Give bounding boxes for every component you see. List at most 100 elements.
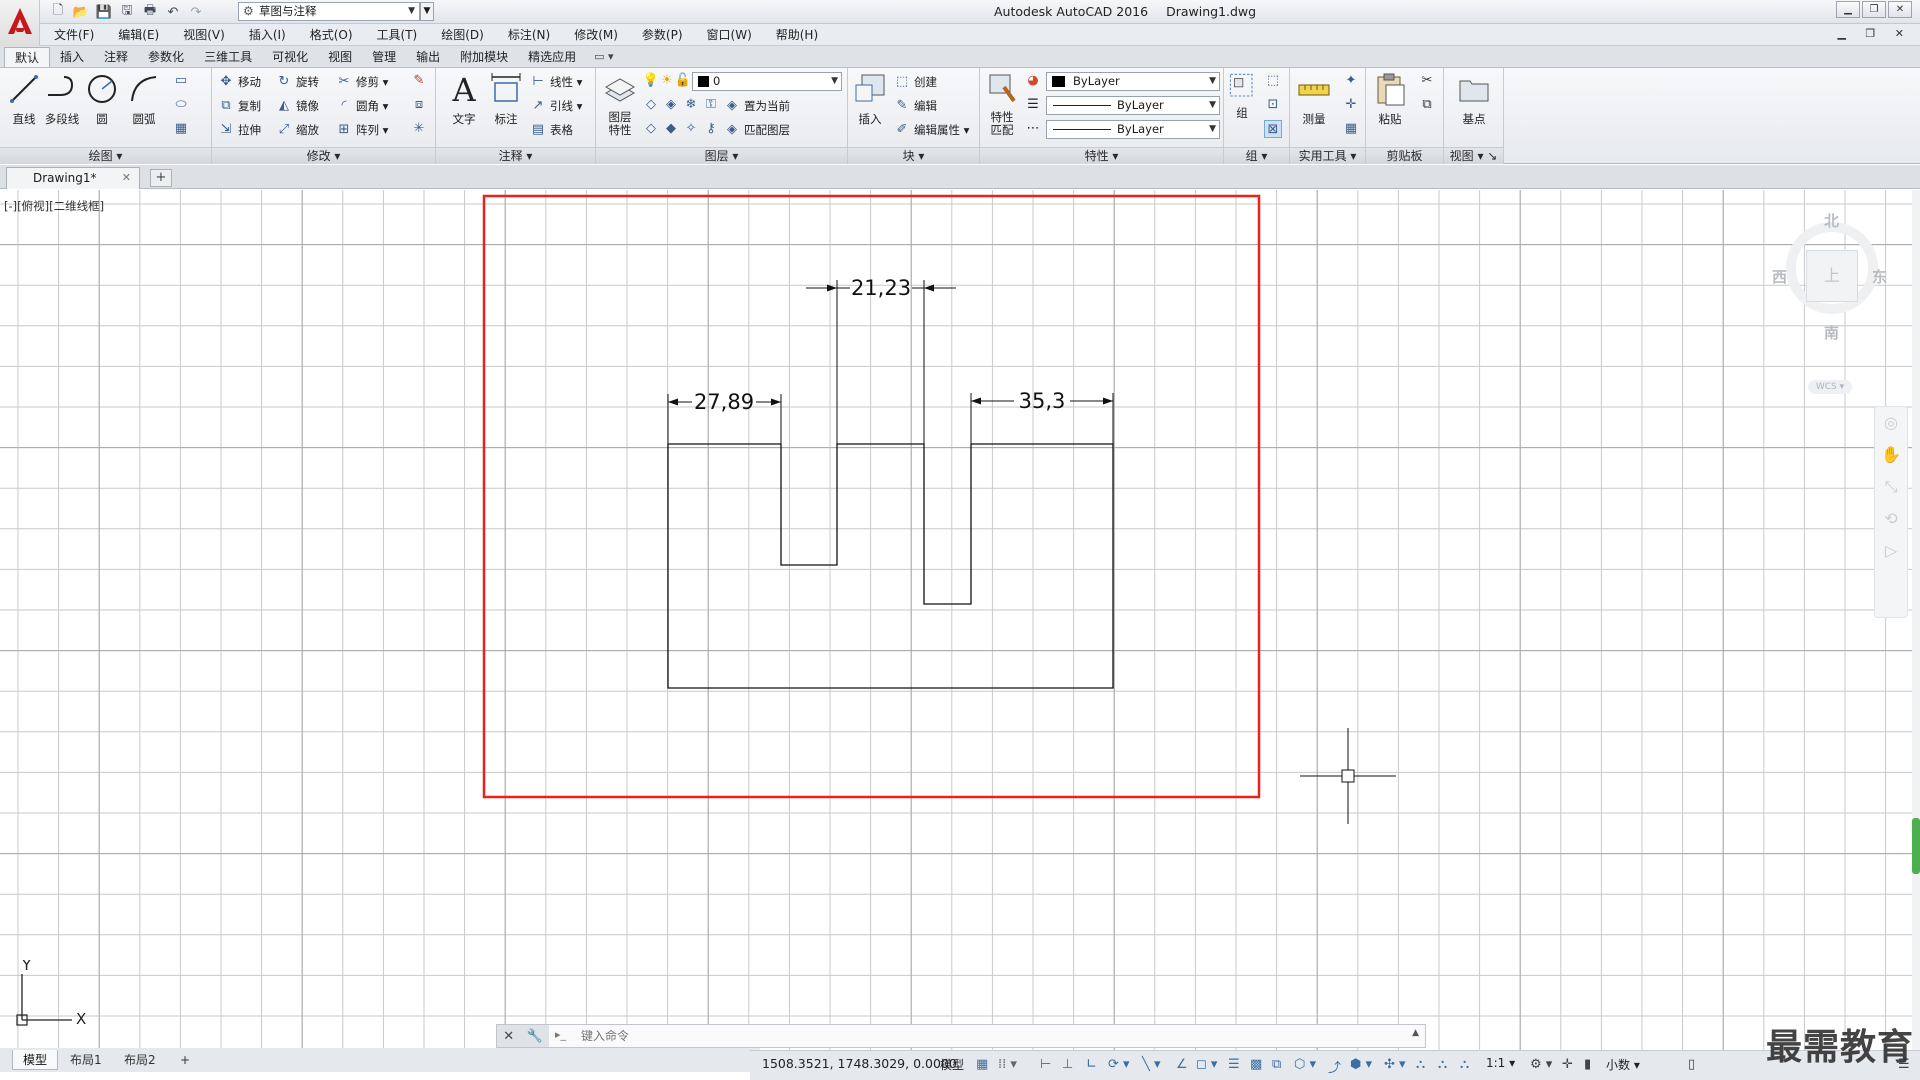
- rotate-button[interactable]: ↻ 旋转: [276, 72, 319, 92]
- fillet-button[interactable]: ◜ 圆角 ▾: [336, 96, 388, 116]
- quick-select-icon[interactable]: ✦: [1342, 72, 1360, 90]
- menu-item-9[interactable]: 参数(P): [630, 24, 695, 46]
- ribbon-tab-1[interactable]: 插入: [50, 47, 94, 67]
- ribbon-minimize-button[interactable]: ▭ ▾: [594, 47, 613, 67]
- annotation-visibility-icon[interactable]: ⛬: [1416, 1057, 1425, 1072]
- menu-item-5[interactable]: 工具(T): [365, 24, 430, 46]
- chevron-up-icon[interactable]: ▲: [1412, 1028, 1419, 1038]
- color-select[interactable]: ByLayer ▼: [1046, 72, 1220, 91]
- edit-attributes-button[interactable]: ✐ 编辑属性 ▾: [894, 120, 970, 140]
- layer-select[interactable]: 0 ▼: [692, 72, 842, 91]
- gear-icon[interactable]: ⚙ ▾: [1530, 1057, 1552, 1072]
- infer-constraints-icon[interactable]: ⊢: [1040, 1057, 1051, 1072]
- ortho-mode-icon[interactable]: ∟: [1086, 1057, 1097, 1072]
- dynamic-ucs-icon[interactable]: ⤴: [1328, 1057, 1341, 1076]
- dynamic-input-icon[interactable]: ⊥: [1062, 1057, 1073, 1072]
- ribbon-tab-6[interactable]: 视图: [318, 47, 362, 67]
- layer-isolate-icon[interactable]: ◈: [662, 96, 680, 114]
- file-tab-drawing1[interactable]: Drawing1* ✕: [6, 167, 140, 189]
- save-as-icon[interactable]: 🖫: [117, 2, 137, 22]
- workspace-select[interactable]: ⚙ 草图与注释 ▼: [238, 2, 420, 21]
- annotation-autoscale-icon[interactable]: ⛬: [1438, 1057, 1447, 1072]
- layer-unisolate-icon[interactable]: ◇: [642, 120, 660, 138]
- scale-button[interactable]: ⤢ 缩放: [276, 120, 319, 140]
- command-input[interactable]: [581, 1027, 1361, 1045]
- panel-view-title[interactable]: 视图 ▾ ↘: [1444, 147, 1503, 164]
- group-edit-icon[interactable]: ⊡: [1264, 96, 1282, 114]
- selection-cycling-icon[interactable]: ⧉: [1272, 1057, 1281, 1072]
- point-icon[interactable]: ✛: [1342, 96, 1360, 114]
- vertical-scrollbar[interactable]: [1912, 190, 1920, 1056]
- lineweight-icon[interactable]: ⋯: [1024, 120, 1042, 138]
- create-block-button[interactable]: ⬚ 创建: [894, 72, 937, 92]
- layer-thaw-icon[interactable]: ✧: [682, 120, 700, 138]
- match-layer-button[interactable]: ◈ 匹配图层: [724, 120, 790, 140]
- print-icon[interactable]: 🖶: [140, 2, 160, 22]
- measure-button[interactable]: 测量: [1294, 71, 1334, 143]
- viewport-controls-label[interactable]: [-][俯视][二维线框]: [4, 198, 104, 214]
- panel-groups-title[interactable]: 组 ▾: [1224, 147, 1289, 164]
- ungroup-icon[interactable]: ⬚: [1264, 72, 1282, 90]
- transparency-icon[interactable]: ▩: [1250, 1057, 1262, 1072]
- compass-north[interactable]: 北: [1824, 210, 1839, 231]
- qat-more-button[interactable]: ▼: [420, 2, 434, 21]
- panel-clipboard-title[interactable]: 剪贴板: [1366, 147, 1443, 164]
- text-button[interactable]: A 文字: [444, 71, 484, 143]
- ribbon-tab-2[interactable]: 注释: [94, 47, 138, 67]
- selection-filter-icon[interactable]: ⬢ ▾: [1350, 1057, 1372, 1072]
- compass-south[interactable]: 南: [1824, 322, 1839, 343]
- minimize-button[interactable]: ▁: [1836, 1, 1860, 18]
- panel-utilities-title[interactable]: 实用工具 ▾: [1290, 147, 1365, 164]
- isolate-objects-icon[interactable]: ▮: [1584, 1057, 1591, 1072]
- command-prompt-icon[interactable]: ▸_: [555, 1028, 566, 1041]
- close-icon[interactable]: ✕: [503, 1029, 514, 1044]
- leader-button[interactable]: ↗ 引线 ▾: [530, 96, 583, 116]
- 3d-object-snap-icon[interactable]: ⬡ ▾: [1294, 1057, 1316, 1072]
- dimension-button[interactable]: 标注: [486, 71, 526, 143]
- save-icon[interactable]: 💾: [94, 2, 114, 22]
- group-select-icon[interactable]: ⊠: [1264, 120, 1282, 138]
- paste-button[interactable]: 粘贴: [1370, 71, 1410, 143]
- layer-unlock-icon[interactable]: ⚷: [702, 120, 720, 138]
- menu-item-3[interactable]: 插入(I): [237, 24, 298, 46]
- new-file-icon[interactable]: 🗋: [48, 2, 68, 22]
- group-button[interactable]: 组: [1226, 71, 1258, 143]
- line-button[interactable]: 直线: [4, 71, 44, 143]
- showmotion-icon[interactable]: ▷: [1875, 535, 1907, 567]
- ribbon-tab-0[interactable]: 默认: [4, 47, 51, 67]
- add-layout-button[interactable]: +: [170, 1050, 200, 1070]
- menu-item-2[interactable]: 视图(V): [171, 24, 237, 46]
- close-icon[interactable]: ✕: [122, 168, 131, 188]
- offset-icon[interactable]: ⧈: [410, 96, 428, 114]
- grid-toggle-icon[interactable]: ▦: [976, 1057, 988, 1072]
- layer-on-icon[interactable]: ◆: [662, 120, 680, 138]
- lock-icon[interactable]: 🔓: [674, 72, 692, 90]
- erase-icon[interactable]: ✎: [410, 72, 428, 90]
- open-file-icon[interactable]: 📂: [71, 2, 91, 22]
- edit-block-button[interactable]: ✎ 编辑: [894, 96, 937, 116]
- panel-annotation-title[interactable]: 注释 ▾: [436, 147, 595, 164]
- ribbon-tab-5[interactable]: 可视化: [262, 47, 318, 67]
- menu-item-1[interactable]: 编辑(E): [106, 24, 171, 46]
- app-menu-button[interactable]: [0, 0, 40, 46]
- menubar-window-controls[interactable]: ▁ ❐ ✕: [1837, 27, 1912, 40]
- panel-layers-title[interactable]: 图层 ▾: [596, 147, 847, 164]
- menu-item-10[interactable]: 窗口(W): [695, 24, 764, 46]
- annotation-scale-icon[interactable]: ⛬: [1460, 1057, 1469, 1072]
- set-current-button[interactable]: ◈ 置为当前: [724, 96, 790, 116]
- layer-freeze-icon[interactable]: ❄: [682, 96, 700, 114]
- orbit-icon[interactable]: ⟲: [1875, 503, 1907, 535]
- quick-properties-icon[interactable]: ▯: [1688, 1057, 1695, 1072]
- layout-tab-0[interactable]: 模型: [12, 1050, 59, 1070]
- circle-button[interactable]: 圆: [82, 71, 122, 143]
- units-select[interactable]: 小数 ▾: [1606, 1056, 1640, 1073]
- wrench-icon[interactable]: 🔧: [527, 1029, 543, 1044]
- explode-icon[interactable]: ✳: [410, 120, 428, 138]
- lineweight-display-icon[interactable]: ☰: [1228, 1057, 1240, 1072]
- ribbon-tab-9[interactable]: 附加模块: [450, 47, 518, 67]
- model-space-button[interactable]: 模型: [940, 1056, 964, 1073]
- table-button[interactable]: ▤ 表格: [530, 120, 573, 140]
- ribbon-tab-8[interactable]: 输出: [406, 47, 450, 67]
- rectangle-icon[interactable]: ▭: [172, 72, 190, 90]
- copy-button[interactable]: ⧉ 复制: [218, 96, 261, 116]
